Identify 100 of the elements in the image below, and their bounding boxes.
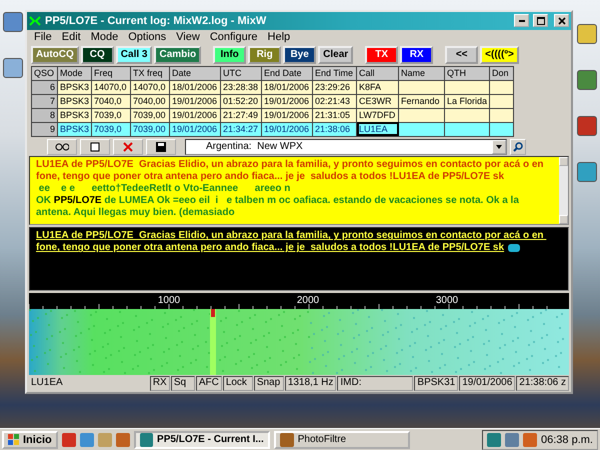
table-cell[interactable]: 19/01/2006 <box>170 108 220 122</box>
minimize-button[interactable] <box>514 14 529 28</box>
menu-item[interactable]: Edit <box>56 30 86 43</box>
menu-item[interactable]: Mode <box>86 30 124 43</box>
column-header[interactable]: Freq <box>92 66 130 80</box>
search-icon <box>513 142 523 152</box>
table-cell[interactable]: 19/01/2006 <box>262 94 312 108</box>
macro-button[interactable]: Info <box>213 46 246 64</box>
quick-launch-icon[interactable] <box>116 432 130 446</box>
macro-button[interactable]: << <box>445 46 478 64</box>
row-number[interactable]: 6 <box>32 80 58 94</box>
column-header[interactable]: QTH <box>444 66 490 80</box>
document-icon <box>90 142 100 152</box>
table-cell[interactable]: 14070,0 <box>92 80 130 94</box>
caret-icon <box>496 144 502 149</box>
dropdown-field[interactable]: Argentina: New WPX <box>185 138 507 155</box>
table-cell[interactable]: BPSK3 <box>58 94 92 108</box>
row-number[interactable]: 9 <box>32 122 58 136</box>
table-cell[interactable]: 19/01/2006 <box>262 122 312 136</box>
menu-item[interactable]: Help <box>262 30 296 43</box>
table-cell[interactable]: 23:28:38 <box>220 80 262 94</box>
macro-button[interactable]: TX <box>365 46 398 64</box>
tray-icon[interactable] <box>487 432 502 446</box>
quick-launch-icon[interactable] <box>62 432 76 446</box>
menu-item[interactable]: Configure <box>204 30 263 43</box>
macro-button[interactable]: RX <box>400 46 434 64</box>
table-cell[interactable]: K8FA <box>356 80 398 94</box>
table-cell[interactable]: 7039,00 <box>130 122 170 136</box>
table-cell[interactable]: Fernando <box>398 94 444 108</box>
table-cell[interactable]: 19/01/2006 <box>170 122 220 136</box>
document-icon-button[interactable] <box>80 138 110 155</box>
table-cell[interactable]: 18/01/2006 <box>170 80 220 94</box>
status-cell: RX <box>150 376 170 391</box>
table-cell[interactable]: 21:38:06 <box>312 122 356 136</box>
status-cell: AFC <box>196 376 222 391</box>
menu-item[interactable]: File <box>29 30 57 43</box>
macro-button[interactable]: Call 3 <box>116 46 152 64</box>
table-cell[interactable]: 14070,0 <box>130 80 170 94</box>
column-header[interactable]: Mode <box>58 66 92 80</box>
table-cell[interactable]: 7039,0 <box>92 122 130 136</box>
column-header[interactable]: Don <box>490 66 514 80</box>
table-cell[interactable] <box>444 122 490 136</box>
search-button[interactable] <box>510 138 526 155</box>
macro-button[interactable]: <((((º> <box>480 46 519 64</box>
macro-button[interactable]: Bye <box>283 46 316 64</box>
row-number[interactable]: 8 <box>32 108 58 122</box>
column-header[interactable]: Call <box>356 66 398 80</box>
macro-button[interactable]: Clear <box>318 46 354 64</box>
column-header[interactable]: End Date <box>262 66 312 80</box>
table-cell[interactable]: 18/01/2006 <box>262 80 312 94</box>
table-cell[interactable]: 01:52:20 <box>220 94 262 108</box>
scrollbar[interactable] <box>559 156 568 224</box>
taskbar-button[interactable]: PP5/LO7E - Current I... <box>134 430 270 448</box>
tray-icon[interactable] <box>523 432 538 446</box>
maximize-button[interactable] <box>533 14 548 28</box>
close-button[interactable] <box>554 14 569 28</box>
column-header[interactable]: TX freq <box>130 66 170 80</box>
table-cell[interactable]: 7040,0 <box>92 94 130 108</box>
macro-button[interactable]: CQ <box>80 46 114 64</box>
column-header[interactable]: End Time <box>312 66 356 80</box>
table-cell[interactable]: 02:21:43 <box>312 94 356 108</box>
table-cell[interactable]: 7039,0 <box>92 108 130 122</box>
delete-button[interactable] <box>113 138 143 155</box>
table-cell[interactable]: BPSK3 <box>58 122 92 136</box>
table-cell[interactable] <box>398 108 444 122</box>
macro-button[interactable]: Cambio <box>154 46 202 64</box>
table-cell[interactable]: LU1EA <box>356 122 398 136</box>
table-cell[interactable]: 19/01/2006 <box>262 108 312 122</box>
table-cell[interactable] <box>444 108 490 122</box>
table-cell[interactable] <box>444 80 490 94</box>
table-cell[interactable] <box>398 80 444 94</box>
table-cell[interactable]: BPSK3 <box>58 108 92 122</box>
table-cell[interactable]: La Florida <box>444 94 490 108</box>
table-cell[interactable]: LW7DFD <box>356 108 398 122</box>
status-cell: 21:38:06 z <box>516 376 569 391</box>
tray-icon[interactable] <box>505 432 520 446</box>
start-button[interactable]: Inicio <box>2 430 58 448</box>
table-cell[interactable]: 7039,00 <box>130 108 170 122</box>
save-button[interactable] <box>146 138 176 155</box>
glasses-icon-button[interactable] <box>47 138 77 155</box>
table-cell[interactable]: 19/01/2006 <box>170 94 220 108</box>
table-cell[interactable]: CE3WR <box>356 94 398 108</box>
menu-item[interactable]: Options <box>123 30 172 43</box>
column-header[interactable]: Date <box>170 66 220 80</box>
table-cell[interactable]: 7040,00 <box>130 94 170 108</box>
column-header[interactable]: QSO <box>32 66 58 80</box>
row-number[interactable]: 7 <box>32 94 58 108</box>
window-title: PP5/LO7E - Current log: MixW2.log - MixW <box>45 14 268 27</box>
table-cell[interactable]: 21:34:27 <box>220 122 262 136</box>
table-cell[interactable]: 21:27:49 <box>220 108 262 122</box>
taskbar-button[interactable]: PhotoFiltre <box>274 430 410 448</box>
table-cell[interactable]: 21:31:05 <box>312 108 356 122</box>
column-header[interactable]: UTC <box>220 66 262 80</box>
table-cell[interactable] <box>398 122 444 136</box>
macro-button[interactable]: Rig <box>248 46 282 64</box>
macro-button[interactable]: AutoCQ <box>31 46 79 64</box>
column-header[interactable]: Name <box>398 66 444 80</box>
table-cell[interactable]: BPSK3 <box>58 80 92 94</box>
menu-item[interactable]: View <box>171 30 205 43</box>
table-cell[interactable]: 23:29:26 <box>312 80 356 94</box>
